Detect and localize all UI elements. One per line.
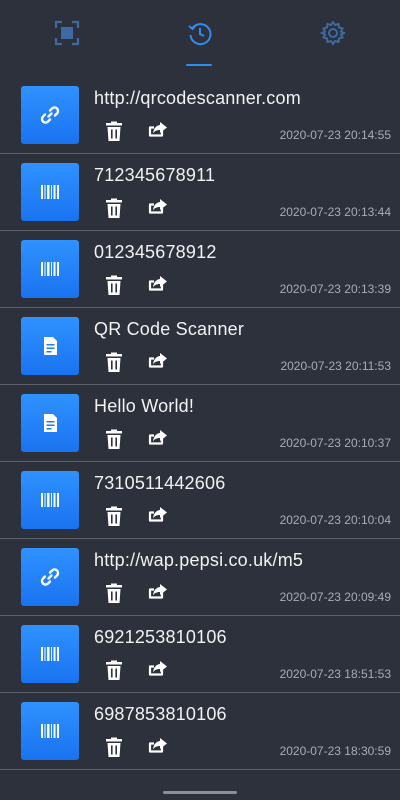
history-item[interactable]: Hello World! 2020-07-23 20:10:37 xyxy=(0,385,400,462)
history-item-text: 712345678911 xyxy=(94,165,216,185)
share-icon xyxy=(148,276,167,291)
history-item-timestamp: 2020-07-23 20:13:44 xyxy=(279,205,391,219)
history-item[interactable]: 712345678911 2020-07-23 20:13:44 xyxy=(0,154,400,231)
history-item-text: 6987853810106 xyxy=(94,704,227,724)
thumbnail xyxy=(21,471,79,529)
thumbnail xyxy=(21,240,79,298)
tab-history[interactable] xyxy=(133,0,266,70)
history-item-timestamp: 2020-07-23 18:30:59 xyxy=(279,744,391,758)
history-item-text: 012345678912 xyxy=(94,242,217,262)
share-button[interactable] xyxy=(144,580,170,606)
trash-icon xyxy=(106,352,122,372)
thumbnail xyxy=(21,625,79,683)
history-item-text: QR Code Scanner xyxy=(94,319,245,339)
history-item[interactable]: QR Code Scanner 2020-07-23 20:11:53 xyxy=(0,308,400,385)
text-icon xyxy=(44,414,57,432)
share-button[interactable] xyxy=(144,503,170,529)
trash-icon xyxy=(106,506,122,526)
history-item-text: 7310511442606 xyxy=(94,473,226,493)
delete-button[interactable] xyxy=(101,349,127,375)
trash-icon xyxy=(106,660,122,680)
delete-button[interactable] xyxy=(101,580,127,606)
share-button[interactable] xyxy=(144,734,170,760)
share-button[interactable] xyxy=(144,426,170,452)
share-icon xyxy=(148,430,167,445)
link-icon xyxy=(40,568,60,586)
history-item-timestamp: 2020-07-23 20:11:53 xyxy=(280,359,391,373)
trash-icon xyxy=(106,429,122,449)
history-item[interactable]: 6987853810106 2020-07-23 18:30:59 xyxy=(0,693,400,770)
barcode-icon xyxy=(41,185,59,199)
history-item-text: Hello World! xyxy=(94,396,195,416)
trash-icon xyxy=(106,737,122,757)
history-item-text: http://qrcodescanner.com xyxy=(94,88,301,108)
history-item-timestamp: 2020-07-23 20:10:04 xyxy=(279,513,391,527)
history-item-text: 6921253810106 xyxy=(94,627,227,647)
share-button[interactable] xyxy=(144,195,170,221)
link-icon xyxy=(40,106,60,124)
delete-button[interactable] xyxy=(101,118,127,144)
share-icon xyxy=(148,738,167,753)
delete-button[interactable] xyxy=(101,272,127,298)
top-tab-bar xyxy=(0,0,400,70)
thumbnail xyxy=(21,163,79,221)
trash-icon xyxy=(106,583,122,603)
history-item-timestamp: 2020-07-23 18:51:53 xyxy=(279,667,391,681)
thumbnail xyxy=(21,548,79,606)
share-button[interactable] xyxy=(144,349,170,375)
home-indicator[interactable] xyxy=(163,791,237,794)
thumbnail xyxy=(21,317,79,375)
history-icon xyxy=(187,23,211,46)
share-button[interactable] xyxy=(144,272,170,298)
scan-icon xyxy=(54,20,79,46)
barcode-icon xyxy=(41,724,59,738)
trash-icon xyxy=(106,198,122,218)
tab-settings[interactable] xyxy=(266,0,399,70)
history-item[interactable]: 012345678912 2020-07-23 20:13:39 xyxy=(0,231,400,308)
share-icon xyxy=(148,507,167,522)
history-item[interactable]: http://wap.pepsi.co.uk/m5 2020-07-23 20:… xyxy=(0,539,400,616)
history-item-text: http://wap.pepsi.co.uk/m5 xyxy=(94,550,304,570)
barcode-icon xyxy=(41,262,59,276)
share-icon xyxy=(148,199,167,214)
delete-button[interactable] xyxy=(101,426,127,452)
gear-icon xyxy=(319,20,346,46)
tab-scan[interactable] xyxy=(0,0,133,70)
history-item[interactable]: 7310511442606 2020-07-23 20:10:04 xyxy=(0,462,400,539)
barcode-icon xyxy=(41,647,59,661)
thumbnail xyxy=(21,394,79,452)
history-item-timestamp: 2020-07-23 20:09:49 xyxy=(279,590,391,604)
share-icon xyxy=(148,353,167,368)
delete-button[interactable] xyxy=(101,195,127,221)
trash-icon xyxy=(106,121,122,141)
text-icon xyxy=(44,337,57,355)
trash-icon xyxy=(106,275,122,295)
history-list: http://qrcodescanner.com 2020-07-23 20:1… xyxy=(0,77,400,770)
history-item-timestamp: 2020-07-23 20:13:39 xyxy=(279,282,391,296)
delete-button[interactable] xyxy=(101,503,127,529)
share-button[interactable] xyxy=(144,657,170,683)
history-item[interactable]: 6921253810106 2020-07-23 18:51:53 xyxy=(0,616,400,693)
history-item[interactable]: http://qrcodescanner.com 2020-07-23 20:1… xyxy=(0,77,400,154)
share-icon xyxy=(148,661,167,676)
share-button[interactable] xyxy=(144,118,170,144)
active-tab-indicator xyxy=(186,64,212,66)
history-item-timestamp: 2020-07-23 20:10:37 xyxy=(279,436,391,450)
delete-button[interactable] xyxy=(101,734,127,760)
barcode-icon xyxy=(41,493,59,507)
share-icon xyxy=(148,584,167,599)
delete-button[interactable] xyxy=(101,657,127,683)
history-item-timestamp: 2020-07-23 20:14:55 xyxy=(279,128,391,142)
share-icon xyxy=(148,122,167,137)
thumbnail xyxy=(21,702,79,760)
thumbnail xyxy=(21,86,79,144)
